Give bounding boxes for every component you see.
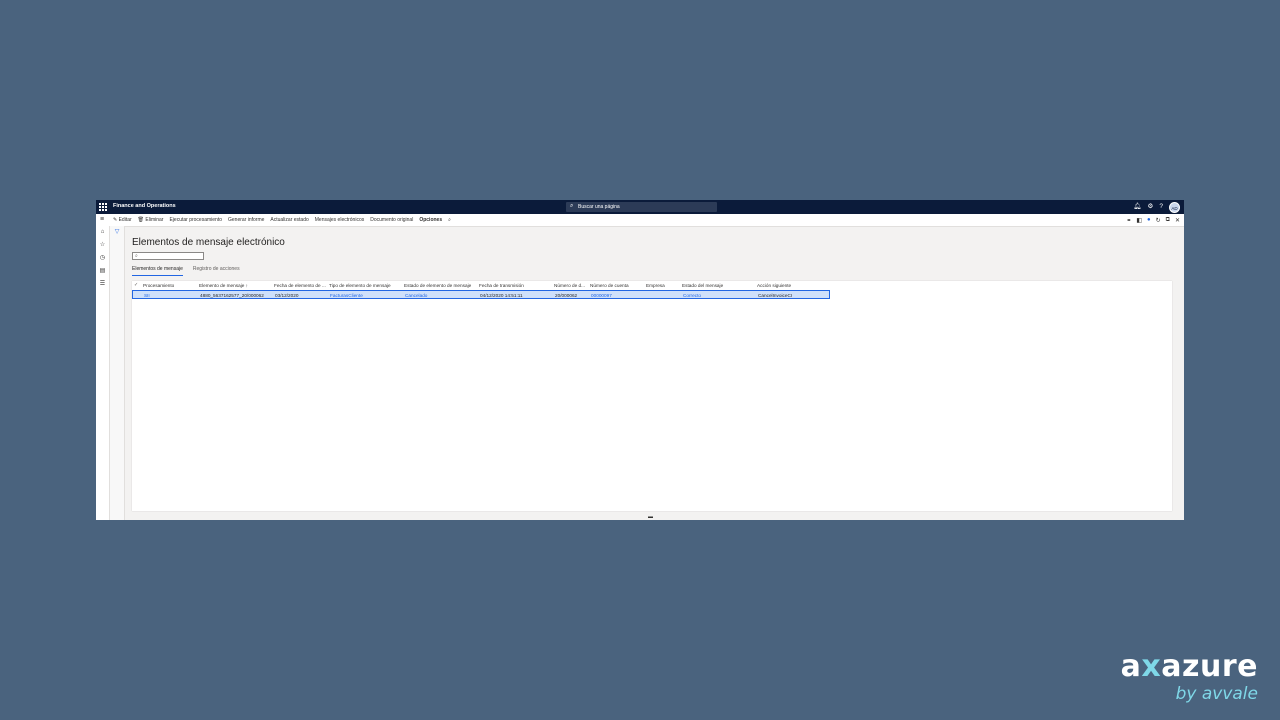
avatar[interactable]: AD [1169, 201, 1180, 213]
delete-button[interactable]: 🗑︎ Eliminar [138, 217, 164, 223]
action-search-icon[interactable]: ⌕ [448, 217, 451, 223]
edit-label: Editar [118, 217, 132, 223]
cell-item-status[interactable]: Cancelado [405, 293, 477, 298]
hamburger-icon[interactable]: ≡ [100, 216, 104, 223]
open-new-window-icon[interactable]: ⧉ [1166, 217, 1170, 224]
logo-subtitle: by avvale [1175, 684, 1258, 704]
cell-message-status[interactable]: Correcto [683, 293, 755, 298]
column-header[interactable]: Número de d... [554, 283, 587, 288]
tab-elementos-de-mensaje[interactable]: Elementos de mensaje [132, 266, 183, 276]
logo-a: a [1120, 649, 1142, 684]
message-items-grid: ✓ Procesamiento Elemento de mensaje ↑ Fe… [132, 281, 1172, 511]
original-document-button[interactable]: Documento original [370, 217, 413, 223]
select-all-checkmark-icon[interactable]: ✓ [134, 282, 138, 288]
avvale-logo: axazure by avvale [1121, 652, 1258, 705]
column-header[interactable]: Elemento de mensaje ↑ [199, 283, 269, 288]
cell-transmission-date[interactable]: 04/12/2020 14:51:11 [480, 293, 552, 298]
cell-item-date[interactable]: 03/12/2020 [275, 293, 327, 298]
home-icon[interactable]: ⌂ [96, 226, 109, 239]
column-header[interactable]: Número de cuenta [590, 283, 642, 288]
left-navigation: ⌂ ☆ ◷ ▤ ☰ [96, 226, 110, 520]
column-header[interactable]: Empresa [646, 283, 678, 288]
tab-registro-de-acciones[interactable]: Registro de acciones [193, 266, 240, 276]
trash-icon: 🗑︎ [137, 217, 145, 223]
column-header[interactable]: Fecha de transmisión [479, 283, 551, 288]
recent-icon[interactable]: ◷ [96, 252, 109, 265]
filter-input[interactable]: ⌕ [132, 252, 204, 260]
resize-grip-icon[interactable]: ▬ [648, 514, 653, 520]
attachment-badge-icon[interactable]: ● [1147, 217, 1151, 223]
run-processing-button[interactable]: Ejecutar procesamiento [169, 217, 222, 223]
column-header[interactable]: Procesamiento [143, 283, 193, 288]
top-nav-bar: Finance and Operations ⌕ Buscar una pági… [96, 200, 1184, 214]
app-window: Finance and Operations ⌕ Buscar una pági… [96, 200, 1184, 520]
cell-message-item[interactable]: 4880_5637162577_20/000062 [200, 293, 270, 298]
gear-icon[interactable]: ⚙ [1148, 201, 1154, 213]
electronic-messages-button[interactable]: Mensajes electrónicos [315, 217, 364, 223]
filter-pane: ▽ [110, 226, 125, 520]
column-header[interactable]: Estado del mensaje [682, 283, 754, 288]
column-header[interactable]: Estado de elemento de mensaje [404, 283, 476, 288]
cell-doc-number[interactable]: 20/000062 [555, 293, 588, 298]
delete-label: Eliminar [145, 217, 164, 223]
filter-search-icon: ⌕ [135, 253, 138, 259]
column-header[interactable]: Tipo de elemento de mensaje [329, 283, 401, 288]
app-launcher-icon[interactable] [99, 203, 107, 211]
table-row[interactable]: SII 4880_5637162577_20/000062 03/12/2020… [132, 290, 830, 299]
logo-x: x [1141, 649, 1162, 684]
search-icon: ⌕ [570, 203, 574, 209]
filter-icon[interactable]: ▽ [110, 228, 124, 235]
cell-processing[interactable]: SII [144, 293, 194, 298]
refresh-icon[interactable]: ↻ [1156, 217, 1161, 224]
update-status-button[interactable]: Actualizar estado [270, 217, 308, 223]
close-icon[interactable]: ✕ [1175, 217, 1180, 224]
link-icon[interactable]: ⚭ [1126, 217, 1131, 224]
help-icon[interactable]: ? [1159, 201, 1163, 213]
action-items: ✎ Editar 🗑︎ Eliminar Ejecutar procesamie… [113, 214, 451, 226]
top-icons: 🔔︎ ⚙ ? AD [1133, 201, 1180, 213]
cell-item-type[interactable]: FacturasCliente [330, 293, 402, 298]
page-search-box[interactable]: ⌕ Buscar una página [566, 202, 717, 212]
office-icon[interactable]: ◧ [1136, 217, 1142, 224]
search-placeholder: Buscar una página [578, 204, 620, 210]
cell-account-number[interactable]: 00000097 [591, 293, 643, 298]
cell-next-action[interactable]: CancelInvoiceCI [758, 293, 830, 298]
star-icon[interactable]: ☆ [96, 239, 109, 252]
column-header[interactable]: Acción siguiente [757, 283, 829, 288]
logo-brand: axazure [1121, 652, 1258, 682]
logo-rest: azure [1161, 649, 1258, 684]
page-title: Elementos de mensaje electrónico [132, 237, 285, 248]
window-icons: ⚭ ◧ ● ↻ ⧉ ✕ [1126, 214, 1180, 226]
app-title[interactable]: Finance and Operations [113, 203, 176, 209]
pencil-icon: ✎ [113, 217, 118, 223]
action-pane: ≡ ✎ Editar 🗑︎ Eliminar Ejecutar procesam… [96, 214, 1184, 227]
tab-strip: Elementos de mensaje Registro de accione… [132, 266, 240, 276]
column-header[interactable]: Fecha de elemento de ... [274, 283, 326, 288]
workspaces-icon[interactable]: ▤ [96, 265, 109, 278]
edit-button[interactable]: ✎ Editar [113, 217, 132, 223]
generate-report-button[interactable]: Generar informe [228, 217, 264, 223]
bell-icon[interactable]: 🔔︎ [1133, 201, 1141, 213]
options-button[interactable]: Opciones [419, 217, 442, 223]
modules-icon[interactable]: ☰ [96, 278, 109, 291]
